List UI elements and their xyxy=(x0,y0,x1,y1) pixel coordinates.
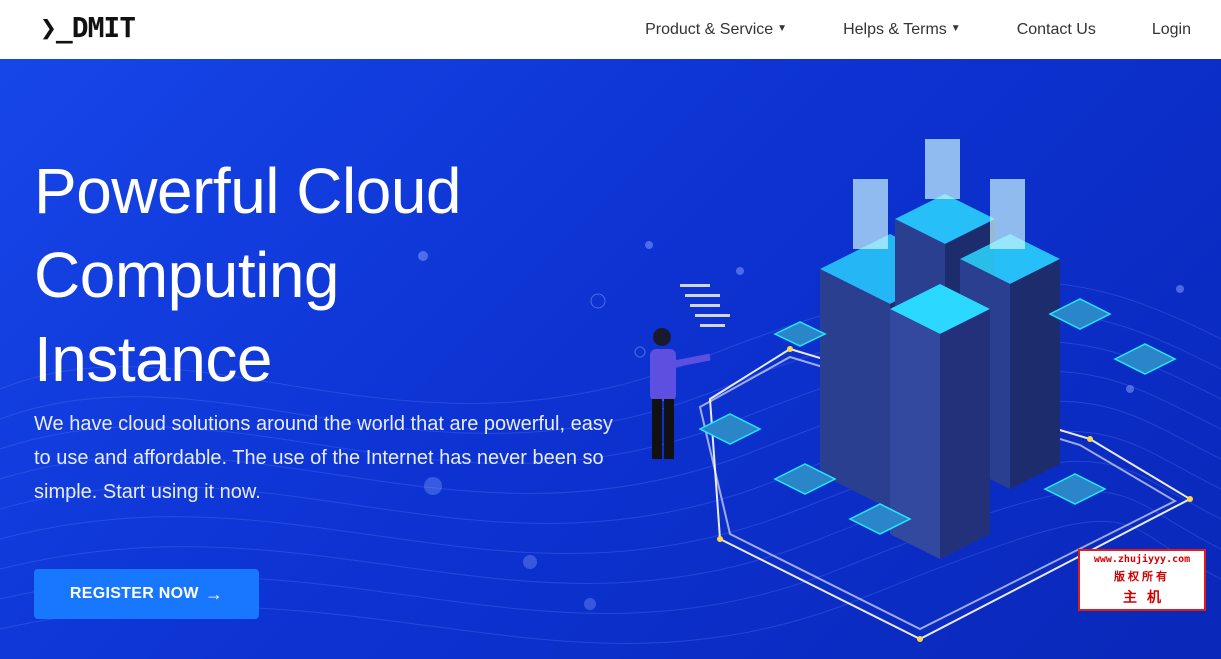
watermark-url: www.zhujiyyy.com xyxy=(1093,553,1191,565)
logo-text: ❯_DMIT xyxy=(40,10,136,44)
nav-product-service-label: Product & Service xyxy=(645,20,774,38)
hero-description: We have cloud solutions around the world… xyxy=(34,413,613,503)
nav-login[interactable]: Login xyxy=(1152,21,1191,39)
dmit-logo[interactable]: ❯_DMIT xyxy=(40,10,136,44)
hero-title-line2: Computing xyxy=(34,239,340,311)
nav-product-service[interactable]: Product & Service ▼ xyxy=(645,21,787,39)
arrow-right-icon: → xyxy=(204,583,224,604)
hero-title-line3: Instance xyxy=(34,323,272,395)
hero-banner: Powerful Cloud Computing Instance We hav… xyxy=(0,59,1221,659)
register-now-button[interactable]: REGISTER NOW → xyxy=(34,569,259,619)
nav-helps-terms-label: Helps & Terms xyxy=(843,20,947,38)
nav-login-label: Login xyxy=(1151,20,1191,38)
chevron-down-icon: ▼ xyxy=(950,23,961,34)
top-nav-bar: ❯_DMIT Product & Service ▼ Helps & Terms… xyxy=(0,0,1221,59)
register-now-label: REGISTER NOW xyxy=(69,585,199,602)
chevron-down-icon: ▼ xyxy=(777,23,788,34)
main-nav: Product & Service ▼ Helps & Terms ▼ Cont… xyxy=(645,0,1191,59)
nav-helps-terms[interactable]: Helps & Terms ▼ xyxy=(843,21,961,39)
watermark-badge: www.zhujiyyy.com 版权所有 主机 xyxy=(1078,549,1206,611)
hero-title: Powerful Cloud Computing Instance xyxy=(34,149,594,401)
watermark-copyright: 版权所有 xyxy=(1114,569,1170,583)
nav-contact-us-label: Contact Us xyxy=(1016,20,1096,38)
hero-title-line1: Powerful Cloud xyxy=(34,155,462,227)
nav-contact-us[interactable]: Contact Us xyxy=(1017,21,1096,39)
person-figure xyxy=(650,328,711,459)
watermark-site-name: 主机 xyxy=(1123,589,1171,606)
